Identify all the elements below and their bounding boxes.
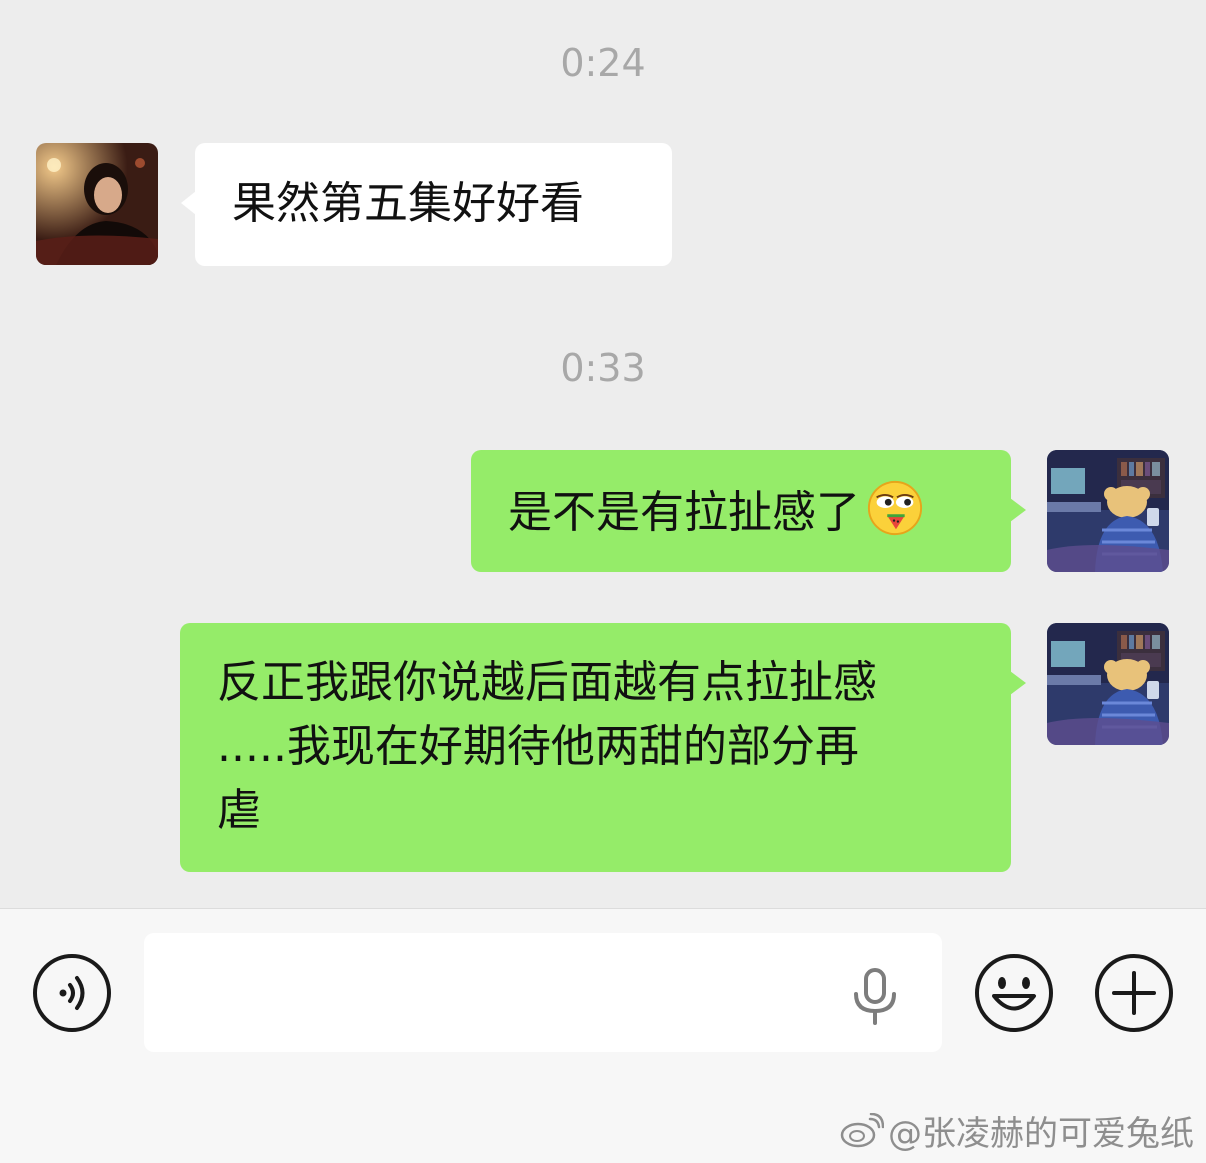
message-bubble-sent[interactable]: 反正我跟你说越后面越有点拉扯感 .....我现在好期待他两甜的部分再 虐 — [180, 623, 1026, 872]
friend-avatar[interactable] — [36, 143, 158, 265]
message-line: 反正我跟你说越后面越有点拉扯感 — [217, 657, 877, 708]
message-line: 虐 — [217, 785, 261, 836]
microphone-icon[interactable] — [848, 967, 902, 1025]
watermelon-smirk-emoji — [867, 480, 923, 536]
timestamp: 0:24 — [560, 41, 646, 85]
message-bubble-sent[interactable]: 是不是有拉扯感了 — [471, 450, 1026, 572]
my-avatar[interactable] — [1047, 450, 1169, 572]
bubble-tail — [1010, 671, 1026, 695]
watermark-text: @张凌赫的可爱兔纸 — [888, 1114, 1194, 1154]
bubble-tail — [181, 191, 196, 215]
chat-area[interactable]: 0:24 果然第五集好好看 0:33 是不是有拉扯感了 反正我跟你说越后面越有点… — [0, 0, 1206, 908]
bubble-tail — [1010, 498, 1026, 522]
message-bubble-received[interactable]: 果然第五集好好看 — [181, 143, 672, 266]
emoji-icon[interactable] — [974, 953, 1054, 1033]
message-text: 是不是有拉扯感了 — [508, 487, 860, 538]
message-text: 果然第五集好好看 — [232, 178, 584, 229]
plus-icon[interactable] — [1094, 953, 1174, 1033]
message-input[interactable] — [144, 933, 942, 1052]
message-line: .....我现在好期待他两甜的部分再 — [217, 721, 859, 772]
watermark: @张凌赫的可爱兔纸 — [840, 1106, 1194, 1155]
timestamp: 0:33 — [560, 346, 646, 390]
voice-icon[interactable] — [32, 953, 112, 1033]
weibo-icon — [840, 1112, 884, 1147]
my-avatar[interactable] — [1047, 623, 1169, 745]
input-bar: @张凌赫的可爱兔纸 — [0, 908, 1206, 1163]
